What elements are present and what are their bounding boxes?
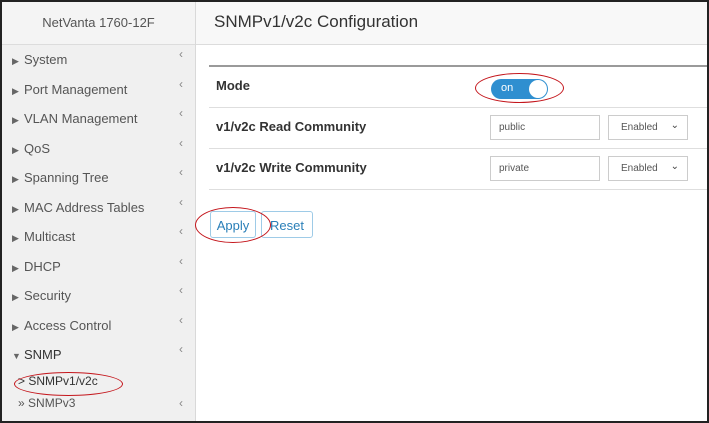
sidebar-item-system[interactable]: ▶ System ‹ — [2, 45, 195, 75]
page-header: SNMPv1/v2c Configuration — [196, 2, 707, 45]
apply-button[interactable]: Apply — [210, 211, 256, 238]
toggle-text: on — [501, 82, 514, 94]
sidebar-item-snmp[interactable]: ▼ SNMP ‹ — [2, 340, 195, 370]
sidebar-item-multicast[interactable]: ▶ Multicast ‹ — [2, 222, 195, 252]
triangle-right-icon: ▶ — [12, 144, 19, 155]
sidebar-item-label: QoS — [24, 140, 51, 156]
sidebar-item-label: MAC Address Tables — [24, 199, 145, 215]
chevron-right-icon: > — [18, 373, 26, 388]
chevron-left-icon: ‹ — [179, 76, 183, 91]
sidebar-item-label: Security — [24, 288, 71, 303]
select-value: Enabled — [621, 122, 658, 133]
sidebar-subitem-snmpv3[interactable]: » SNMPv3 ‹ — [2, 392, 195, 414]
chevron-down-icon: ⌄ — [670, 120, 679, 131]
sidebar-item-port-management[interactable]: ▶ Port Management ‹ — [2, 75, 195, 105]
triangle-right-icon: ▶ — [12, 174, 19, 184]
triangle-right-icon: ▶ — [12, 292, 19, 302]
sidebar-subitem-label: SNMPv3 — [28, 395, 76, 410]
chevron-left-icon: ‹ — [179, 135, 183, 150]
sidebar-item-label: Multicast — [24, 229, 76, 244]
sidebar-item-security[interactable]: ▶ Security ‹ — [2, 281, 195, 311]
triangle-right-icon: ▶ — [12, 85, 19, 96]
sidebar-subitem-snmpv1-v2c[interactable]: > SNMPv1/v2c — [2, 370, 195, 392]
chevron-left-icon: ‹ — [179, 224, 183, 238]
triangle-right-icon: ▶ — [12, 321, 19, 332]
sidebar-item-mac-address-tables[interactable]: ▶ MAC Address Tables ‹ — [2, 193, 195, 223]
triangle-right-icon: ▶ — [12, 233, 19, 243]
select-value: Enabled — [621, 163, 658, 174]
sidebar-subitem-label: SNMPv1/v2c — [28, 373, 98, 388]
read-community-label: v1/v2c Read Community — [216, 119, 367, 134]
read-community-select[interactable]: Enabled ⌄ — [608, 115, 688, 140]
chevron-left-icon: ‹ — [179, 253, 183, 268]
triangle-right-icon: ▶ — [12, 115, 19, 125]
sidebar-item-label: Spanning Tree — [24, 170, 109, 185]
mode-row: Mode on — [209, 67, 707, 108]
main-content: SNMPv1/v2c Configuration Mode on v1/v2c … — [196, 2, 707, 421]
sidebar-item-access-control[interactable]: ▶ Access Control ‹ — [2, 311, 195, 341]
app-frame: NetVanta 1760-12F ▶ System ‹ ▶ Port Managem… — [0, 0, 709, 423]
write-community-row: v1/v2c Write Community Enabled ⌄ — [209, 149, 707, 190]
brand-title: NetVanta 1760-12F — [2, 2, 195, 45]
sidebar-item-label: System — [24, 52, 68, 67]
write-community-input[interactable] — [490, 156, 600, 181]
read-community-row: v1/v2c Read Community Enabled ⌄ — [209, 108, 707, 149]
chevron-left-icon: ‹ — [179, 342, 183, 356]
write-community-select[interactable]: Enabled ⌄ — [608, 156, 688, 181]
page-title: SNMPv1/v2c Configuration — [214, 12, 419, 31]
chevron-left-icon: ‹ — [179, 194, 183, 209]
sidebar-item-spanning-tree[interactable]: ▶ Spanning Tree ‹ — [2, 163, 195, 193]
sidebar-item-label: SNMP — [24, 347, 62, 362]
triangle-right-icon: ▶ — [12, 203, 19, 214]
sidebar-item-dhcp[interactable]: ▶ DHCP ‹ — [2, 252, 195, 282]
chevron-left-icon: ‹ — [179, 283, 183, 297]
triangle-right-icon: ▶ — [12, 262, 19, 273]
sidebar-item-vlan-management[interactable]: ▶ VLAN Management ‹ — [2, 104, 195, 134]
triangle-down-icon: ▼ — [12, 351, 21, 361]
chevron-left-icon: ‹ — [179, 165, 183, 179]
chevron-left-icon: ‹ — [179, 106, 183, 120]
toggle-knob — [529, 80, 547, 98]
sidebar-item-label: Access Control — [24, 317, 112, 333]
mode-toggle[interactable]: on — [491, 79, 548, 99]
chevron-left-icon: ‹ — [179, 312, 183, 327]
sidebar-item-label: VLAN Management — [24, 111, 138, 126]
chevron-left-icon: ‹ — [179, 47, 183, 61]
chevron-down-icon: ⌄ — [670, 161, 679, 172]
reset-button[interactable]: Reset — [261, 211, 313, 238]
sidebar: NetVanta 1760-12F ▶ System ‹ ▶ Port Managem… — [2, 2, 196, 421]
write-community-label: v1/v2c Write Community — [216, 160, 367, 175]
sidebar-item-label: Port Management — [24, 81, 128, 97]
chevron-left-icon: ‹ — [179, 395, 183, 410]
double-chevron-right-icon: » — [18, 395, 25, 410]
sidebar-item-qos[interactable]: ▶ QoS ‹ — [2, 134, 195, 164]
sidebar-item-label: DHCP — [24, 258, 61, 274]
mode-label: Mode — [216, 78, 250, 93]
config-table: Mode on v1/v2c Read Community Enabled ⌄ … — [209, 65, 707, 190]
triangle-right-icon: ▶ — [12, 56, 19, 66]
read-community-input[interactable] — [490, 115, 600, 140]
